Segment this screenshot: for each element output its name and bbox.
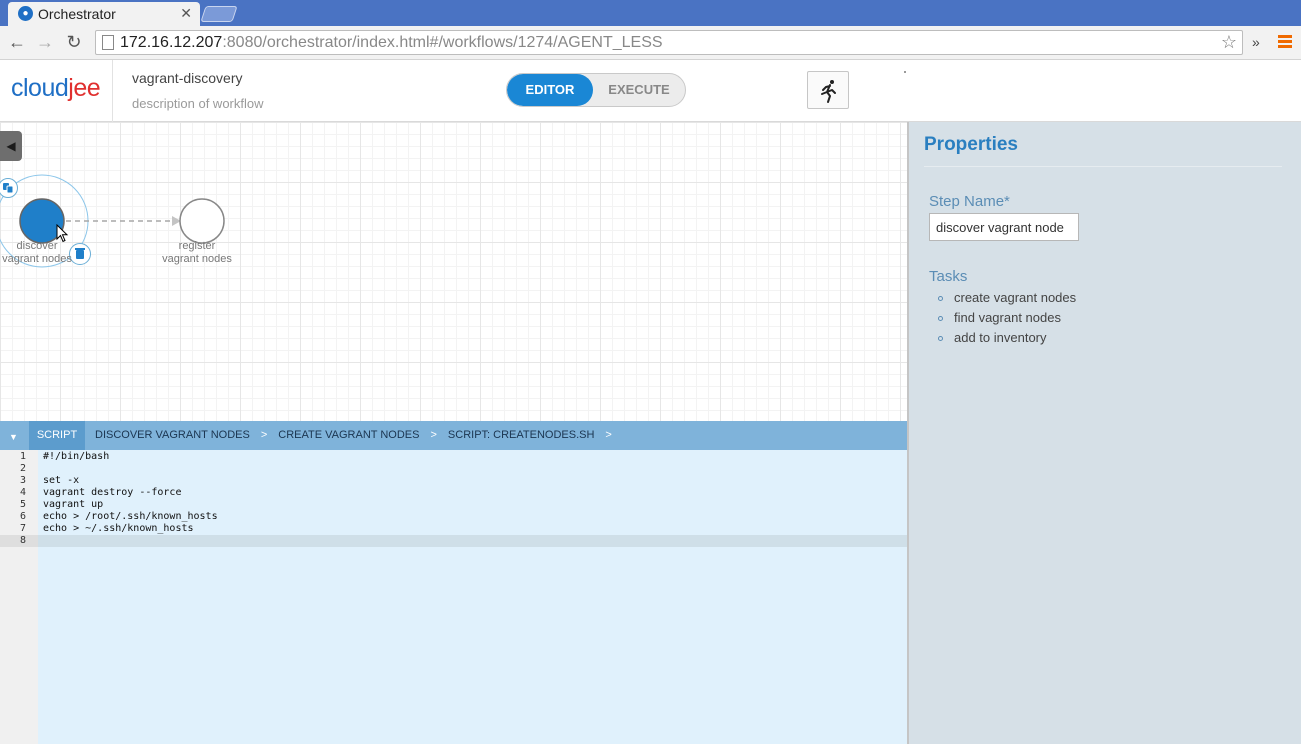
- line-number: 1: [19, 451, 26, 462]
- tab-title: Orchestrator: [38, 6, 116, 22]
- cloudjee-logo[interactable]: cloudjee: [11, 74, 101, 103]
- code-line[interactable]: echo > ~/.ssh/known_hosts: [43, 523, 194, 535]
- editor-header-bar: ▼ SCRIPT DISCOVER VAGRANT NODES > CREATE V…: [0, 421, 908, 450]
- tasks-label: Tasks: [929, 268, 968, 285]
- bullet-icon: [938, 336, 943, 341]
- workflow-title[interactable]: vagrant-discovery: [132, 70, 243, 86]
- breadcrumb: DISCOVER VAGRANT NODES > CREATE VAGRANT NO…: [95, 421, 623, 450]
- new-tab-button[interactable]: [200, 6, 238, 22]
- code-line[interactable]: set -x: [43, 475, 79, 487]
- tab-close-icon[interactable]: ✕: [180, 5, 192, 22]
- url-host: 172.16.12.207: [120, 34, 223, 51]
- url-text[interactable]: 172.16.12.207:8080/orchestrator/index.ht…: [120, 34, 663, 52]
- properties-divider: [924, 166, 1282, 167]
- step-name-label: Step Name*: [929, 193, 1010, 210]
- workflow-canvas[interactable]: ◀ discover vagrant nodes register vagran…: [0, 122, 908, 421]
- properties-title: Properties: [924, 134, 1018, 155]
- line-number: 3: [19, 475, 26, 486]
- back-icon[interactable]: ←: [6, 32, 28, 54]
- orchestrator-favicon-icon: ●: [18, 6, 33, 21]
- line-number: 4: [19, 487, 26, 498]
- url-path: :8080/orchestrator/index.html#/workflows…: [222, 34, 663, 51]
- step-name-input[interactable]: [929, 213, 1079, 241]
- line-number: 8: [19, 535, 26, 546]
- task-item[interactable]: add to inventory: [938, 328, 1076, 348]
- task-list: create vagrant nodes find vagrant nodes …: [938, 288, 1076, 348]
- page-icon: [102, 35, 114, 50]
- breadcrumb-item[interactable]: DISCOVER VAGRANT NODES: [95, 429, 250, 441]
- bullet-icon: [938, 296, 943, 301]
- address-bar[interactable]: 172.16.12.207:8080/orchestrator/index.ht…: [95, 30, 1243, 55]
- breadcrumb-separator: >: [260, 429, 268, 441]
- forward-icon[interactable]: →: [34, 32, 56, 54]
- header-dot: [904, 71, 906, 73]
- code-line[interactable]: vagrant up: [43, 499, 103, 511]
- tab-script[interactable]: SCRIPT: [29, 421, 85, 450]
- line-number: 7: [19, 523, 26, 534]
- mode-toggle: EDITOR EXECUTE: [506, 73, 686, 107]
- node-label-register: register vagrant nodes: [162, 240, 232, 265]
- chevron-down-icon[interactable]: ▼: [9, 432, 18, 442]
- line-number: 6: [19, 511, 26, 522]
- copy-step-icon[interactable]: [0, 178, 18, 198]
- app-header: cloudjee vagrant-discovery description o…: [0, 60, 1301, 122]
- editor-mode-button[interactable]: EDITOR: [507, 74, 593, 106]
- line-number: 5: [19, 499, 26, 510]
- browser-tab-orchestrator[interactable]: ● Orchestrator ✕: [8, 2, 200, 26]
- menu-icon[interactable]: [1278, 35, 1292, 49]
- breadcrumb-item[interactable]: CREATE VAGRANT NODES: [278, 429, 419, 441]
- bullet-icon: [938, 316, 943, 321]
- code-line[interactable]: #!/bin/bash: [43, 451, 109, 463]
- extensions-chevron-icon[interactable]: »: [1252, 34, 1260, 50]
- breadcrumb-separator: >: [605, 429, 612, 441]
- code-line[interactable]: vagrant destroy --force: [43, 487, 181, 499]
- reload-icon[interactable]: ↻: [63, 32, 85, 54]
- code-line[interactable]: echo > /root/.ssh/known_hosts: [43, 511, 218, 523]
- active-line-highlight: [38, 535, 908, 547]
- step-node-register[interactable]: [179, 198, 225, 244]
- task-item[interactable]: create vagrant nodes: [938, 288, 1076, 308]
- execute-mode-button[interactable]: EXECUTE: [593, 74, 685, 106]
- running-man-icon: [821, 80, 836, 103]
- browser-tab-bar: ● Orchestrator ✕: [0, 0, 1301, 26]
- header-divider: [112, 60, 113, 122]
- browser-toolbar: ← → ↻ 172.16.12.207:8080/orchestrator/in…: [0, 26, 1301, 60]
- task-item[interactable]: find vagrant nodes: [938, 308, 1076, 328]
- workflow-graph: [0, 174, 225, 268]
- line-number: 2: [19, 463, 26, 474]
- mouse-cursor-icon: [56, 224, 69, 243]
- breadcrumb-separator: >: [430, 429, 437, 441]
- script-code-editor[interactable]: 1 #!/bin/bash 2 3 set -x 4 vagrant destr…: [0, 450, 908, 744]
- star-icon[interactable]: ☆: [1221, 32, 1237, 53]
- workflow-description[interactable]: description of workflow: [132, 96, 264, 111]
- breadcrumb-item[interactable]: SCRIPT: CREATENODES.SH: [448, 429, 595, 441]
- properties-panel: Properties Step Name* Tasks create vagra…: [907, 122, 1301, 744]
- run-workflow-button[interactable]: [807, 71, 849, 109]
